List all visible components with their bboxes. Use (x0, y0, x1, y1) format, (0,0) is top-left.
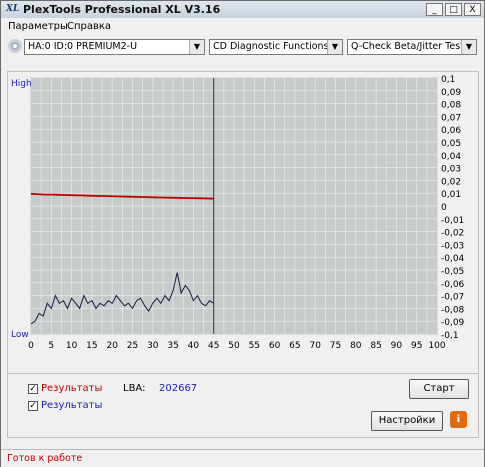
menu-help[interactable]: Справка (67, 21, 111, 32)
function-select[interactable]: CD Diagnostic Functions ▼ (209, 39, 343, 55)
app-logo-icon: XL (6, 4, 20, 14)
y-tick-label: 0,02 (441, 177, 461, 187)
x-tick-label: 15 (86, 341, 97, 351)
y-tick-label: 0,07 (441, 113, 461, 123)
y-tick-label: -0,03 (441, 241, 464, 251)
x-tick-label: 75 (330, 341, 341, 351)
left-axis-high-label: High (11, 79, 32, 89)
y-tick-label: -0,1 (441, 331, 459, 341)
chevron-down-icon: ▼ (461, 40, 476, 54)
title-bar: XL PlexTools Professional XL V3.16 _ □ X (1, 1, 484, 18)
graph-panel: 0,1 0,09 0,08 0,07 0,06 0,05 0,04 0,03 0,02 0,01 0… (7, 71, 479, 375)
results-blue-checkbox[interactable]: ✓ (28, 401, 38, 411)
x-tick-label: 10 (66, 341, 78, 351)
x-tick-label: 90 (391, 341, 403, 351)
y-tick-label: -0,09 (441, 318, 465, 328)
y-tick-label: -0,05 (441, 267, 464, 277)
x-tick-label: 0 (28, 341, 34, 351)
x-tick-label: 5 (48, 341, 54, 351)
y-tick-label: -0,04 (441, 254, 465, 264)
results-red-checkbox[interactable]: ✓ (28, 384, 38, 394)
y-tick-label: 0,06 (441, 126, 461, 136)
lba-value: 202667 (159, 383, 198, 394)
x-tick-label: 30 (147, 341, 159, 351)
menu-bar: Параметры Справка (1, 19, 484, 35)
chevron-down-icon: ▼ (327, 40, 342, 54)
test-select[interactable]: Q-Check Beta/Jitter Test ▼ (347, 39, 477, 55)
x-tick-label: 20 (106, 341, 118, 351)
y-tick-label: -0,08 (441, 305, 465, 315)
minimize-button[interactable]: _ (426, 3, 443, 16)
y-tick-label: 0,1 (441, 75, 455, 85)
drive-select[interactable]: HA:0 ID:0 PREMIUM2-U ▼ (24, 39, 205, 55)
x-tick-label: 65 (289, 341, 300, 351)
test-select-value: Q-Check Beta/Jitter Test (351, 41, 464, 52)
y-tick-label: -0,06 (441, 280, 465, 290)
x-tick-label: 100 (428, 341, 445, 351)
y-tick-label: 0,01 (441, 190, 461, 200)
x-tick-label: 50 (228, 341, 240, 351)
lba-label: LBA: (123, 383, 146, 394)
y-tick-label: 0 (441, 203, 447, 213)
status-bar: Готов к работе (1, 449, 484, 467)
left-axis-low-label: Low (11, 330, 29, 340)
x-tick-label: 25 (127, 341, 138, 351)
x-tick-label: 80 (350, 341, 362, 351)
menu-parameters[interactable]: Параметры (8, 21, 68, 32)
y-tick-label: 0,04 (441, 152, 461, 162)
x-tick-label: 60 (269, 341, 281, 351)
y-tick-label: -0,02 (441, 229, 464, 239)
status-text: Готов к работе (7, 453, 83, 464)
x-tick-label: 85 (370, 341, 381, 351)
close-button[interactable]: X (464, 3, 481, 16)
x-tick-label: 70 (309, 341, 321, 351)
x-tick-label: 95 (411, 341, 422, 351)
y-tick-label: 0,05 (441, 139, 461, 149)
results-red-label: Результаты (41, 383, 103, 394)
y-tick-label: -0,07 (441, 293, 464, 303)
chevron-down-icon: ▼ (189, 40, 204, 54)
x-tick-label: 45 (208, 341, 219, 351)
y-tick-label: 0,03 (441, 165, 461, 175)
disc-drive-icon (8, 39, 22, 53)
x-tick-label: 35 (167, 341, 178, 351)
function-select-value: CD Diagnostic Functions (213, 41, 329, 52)
results-blue-label: Результаты (41, 400, 103, 411)
main-window: XL PlexTools Professional XL V3.16 _ □ X… (0, 0, 485, 467)
y-tick-label: 0,08 (441, 101, 461, 111)
settings-button[interactable]: Настройки (371, 411, 443, 431)
beta-jitter-chart: 0,1 0,09 0,08 0,07 0,06 0,05 0,04 0,03 0,02 0,01 0… (11, 75, 465, 351)
x-tick-label: 40 (188, 341, 200, 351)
y-tick-label: 0,09 (441, 88, 461, 98)
start-button[interactable]: Старт (409, 379, 469, 399)
y-tick-label: -0,01 (441, 216, 464, 226)
window-title: PlexTools Professional XL V3.16 (23, 3, 221, 16)
control-panel: ✓ Результаты ✓ Результаты LBA: 202667 Ст… (7, 373, 479, 438)
x-tick-label: 55 (249, 341, 260, 351)
info-icon[interactable]: i (450, 411, 467, 428)
maximize-button[interactable]: □ (445, 3, 462, 16)
drive-select-value: HA:0 ID:0 PREMIUM2-U (28, 41, 138, 52)
